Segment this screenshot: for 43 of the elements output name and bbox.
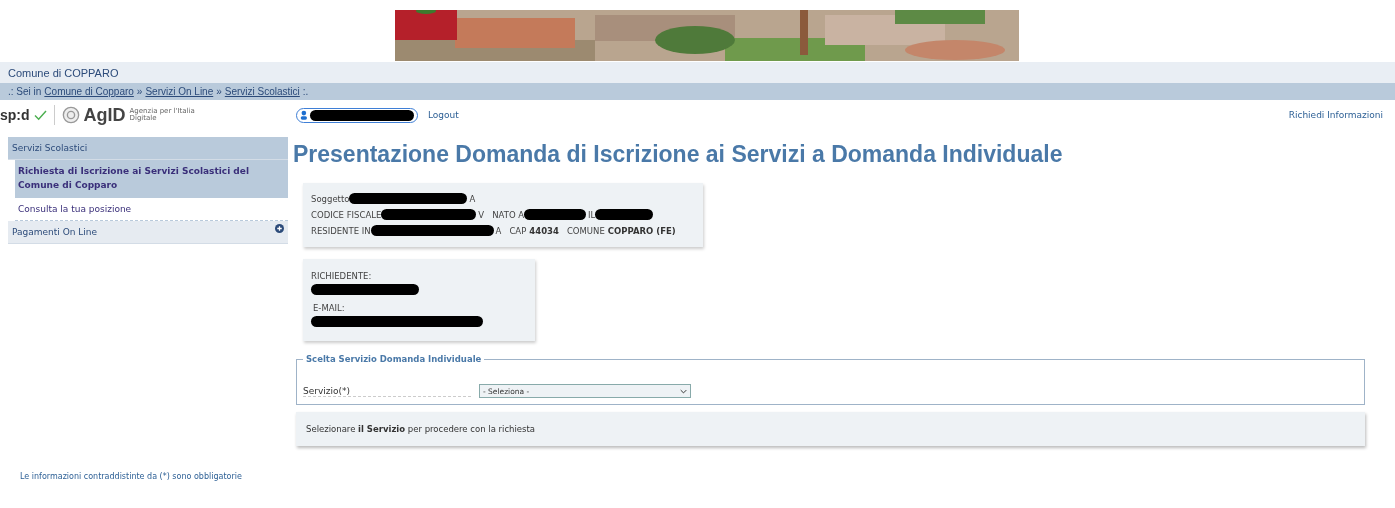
residence-label: RESIDENTE IN [311,225,371,236]
check-icon [33,109,47,121]
town-value: COPPARO (FE) [607,225,676,236]
tax-code-label: CODICE FISCALE [311,209,382,220]
sidebar-item-label: Pagamenti On Line [12,227,98,238]
service-label: Servizio(*) [303,385,471,397]
spid-logo: sp:d [0,107,30,123]
sidebar-item[interactable]: Servizi Scolastici [8,137,288,160]
redaction-mark [595,209,654,220]
breadcrumb-separator: » [136,86,143,97]
tax-code-tail: V [478,209,485,220]
applicant-label: RICHIEDENTE: [311,271,372,281]
breadcrumb-separator: » [216,86,222,97]
subject-label: Soggetto [311,193,350,204]
zip-value: 44034 [529,225,559,236]
email-label: E-MAIL: [313,303,345,313]
redaction-mark [524,209,587,220]
sidebar-item[interactable]: Pagamenti On Line [8,221,288,245]
subject-tail: A [469,193,476,204]
birthplace-label: NATO A [492,209,525,220]
town-label: COMUNE [566,225,605,236]
fieldset-legend: Scelta Servizio Domanda Individuale [303,354,485,364]
notice-text: Selezionare il Servizio per procedere con la richiesta [306,424,536,434]
breadcrumb-end: :. [302,86,309,97]
logout-link[interactable]: Logout [428,110,459,120]
residence-tail: A [495,225,502,236]
breadcrumb-link[interactable]: Servizi On Line [145,86,214,97]
breadcrumb-label: .: Sei in [8,86,42,97]
breadcrumb-link[interactable]: Comune di Copparo [44,86,134,97]
info-link[interactable]: Richiedi Informazioni [1288,110,1383,120]
footnote: Le informazioni contraddistinte da (*) sono obbligatorie [20,472,242,481]
expand-icon[interactable] [275,224,284,234]
emblem-icon [61,106,80,124]
birth-date-label: IL [588,209,596,220]
breadcrumb-link[interactable]: Servizi Scolastici [224,86,300,97]
user-icon [300,110,308,120]
chevron-icon [680,388,687,394]
sidebar-item-label: Servizi Scolastici [12,143,88,153]
agid-logo: AgID [83,104,126,126]
zip-label: CAP [509,225,527,236]
page-title: Presentazione Domanda di Iscrizione ai Servizi a Domanda Individuale [293,141,1064,168]
sidebar-subitem[interactable]: Richiesta di Iscrizione ai Servizi Scolastici del Comune di Copparo [15,160,288,198]
site-title: Comune di COPPARO [8,66,119,79]
